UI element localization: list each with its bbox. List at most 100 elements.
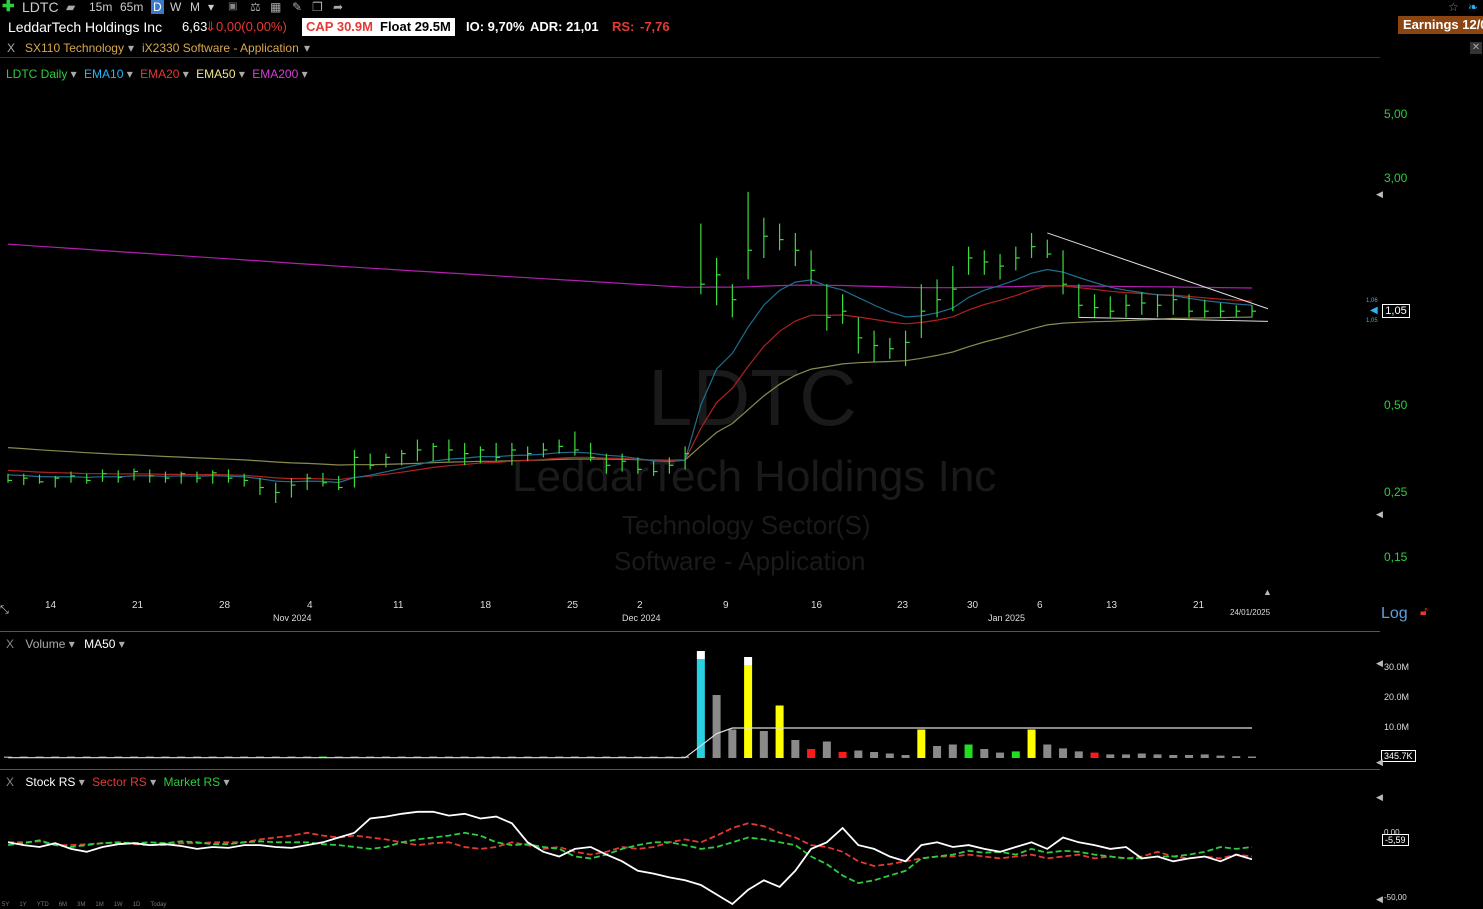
price-chart[interactable] <box>0 85 1380 600</box>
legend-ema200[interactable]: EMA200 <box>252 67 298 81</box>
bird-icon[interactable]: ❧ <box>1468 0 1478 14</box>
indicator-icon[interactable]: ⚖ <box>250 0 261 14</box>
pen-icon[interactable]: ✎ <box>292 0 302 14</box>
ema200-line <box>7 243 1253 289</box>
chevron-down-icon[interactable]: ▾ <box>236 67 249 81</box>
volume-bar <box>948 744 957 758</box>
table-icon[interactable]: ▦ <box>270 0 281 14</box>
range-ytd[interactable]: YTD <box>37 902 49 908</box>
volume-bar <box>712 695 721 758</box>
legend-ldtc-daily[interactable]: LDTC Daily <box>6 67 67 81</box>
scroll-left-icon[interactable]: ◀ <box>1376 894 1383 905</box>
chevron-down-icon[interactable]: ▾ <box>67 67 80 81</box>
volume-close-button[interactable]: X <box>6 637 14 651</box>
x-tick-day: 2 <box>637 600 643 611</box>
chevron-down-icon[interactable]: ▾ <box>208 0 214 14</box>
close-icon[interactable]: ✕ <box>1470 42 1482 54</box>
volume-chart[interactable] <box>0 650 1380 760</box>
price-bar <box>353 449 359 488</box>
range-today[interactable]: Today <box>150 902 166 908</box>
scroll-left-icon[interactable]: ◀ <box>1376 189 1383 200</box>
share-icon[interactable]: ➦ <box>333 0 343 14</box>
range-selector: 5Y 1Y YTD 6M 3M 1M 1W 1D Today <box>2 902 176 908</box>
volume-bar <box>1090 752 1099 758</box>
sector-link[interactable]: SX110 Technology <box>25 41 124 55</box>
volume-bar <box>1185 755 1194 758</box>
volume-bar <box>1011 751 1020 758</box>
chevron-down-icon[interactable]: ▾ <box>179 67 192 81</box>
range-1m[interactable]: 1M <box>95 902 103 908</box>
price-bar <box>1125 294 1131 318</box>
float-badge: Float 29.5M <box>376 18 455 36</box>
earnings-badge[interactable]: Earnings 12/0 <box>1398 16 1483 34</box>
volume-bar <box>980 749 989 758</box>
price-change: 0,00(0,00%) <box>216 19 287 34</box>
x-tick-day: 25 <box>567 600 579 611</box>
price-bar <box>605 453 611 474</box>
price-bar <box>1078 284 1083 318</box>
vol-tick-20m: 20.0M <box>1384 692 1410 702</box>
star-icon[interactable]: ☆ <box>1448 0 1459 14</box>
rs-chart[interactable] <box>0 770 1380 905</box>
range-3m[interactable]: 3M <box>77 902 85 908</box>
chevron-down-icon[interactable]: ▾ <box>65 637 75 651</box>
range-1y[interactable]: 1Y <box>19 902 26 908</box>
timeframe-monthly[interactable]: M <box>190 0 200 14</box>
last-price-badge: 1,05 <box>1382 304 1410 318</box>
price-bar <box>778 223 784 251</box>
sector-close-button[interactable]: X <box>7 41 15 55</box>
price-bar <box>1172 288 1178 315</box>
scroll-up-icon[interactable]: ▲ <box>1263 587 1272 597</box>
price-bar <box>983 250 989 275</box>
chevron-down-icon[interactable]: ▾ <box>123 67 136 81</box>
range-5y[interactable]: 5Y <box>2 902 9 908</box>
layers-icon[interactable]: ❐ <box>312 0 323 14</box>
price-bar <box>54 475 60 488</box>
range-6m[interactable]: 6M <box>59 902 67 908</box>
chevron-down-icon[interactable]: ▾ <box>298 67 308 81</box>
price-bar <box>999 254 1005 280</box>
volume-bar <box>1059 748 1068 758</box>
log-toggle[interactable]: Log <box>1381 605 1408 623</box>
price-bar <box>889 337 894 359</box>
price-legend: LDTC Daily ▾ EMA10 ▾ EMA20 ▾ EMA50 ▾ EMA… <box>6 67 308 81</box>
scroll-left-icon[interactable]: ◀ <box>1376 658 1383 669</box>
volume-cap <box>744 657 753 665</box>
range-1d[interactable]: 1D <box>133 902 141 908</box>
chevron-down-icon[interactable]: ▾ <box>304 41 310 55</box>
date-label: 24/01/2025 <box>1230 608 1271 617</box>
price-bar <box>1188 294 1194 318</box>
scroll-left-icon[interactable]: ◀ <box>1376 757 1383 768</box>
scroll-left-icon[interactable]: ◀ <box>1376 509 1383 520</box>
timeframe-weekly[interactable]: W <box>170 0 181 14</box>
expand-icon[interactable]: ⤡ <box>0 604 9 617</box>
add-icon[interactable]: ✚ <box>2 0 15 14</box>
timeframe-15m[interactable]: 15m <box>89 0 112 14</box>
range-1w[interactable]: 1W <box>114 902 123 908</box>
chevron-down-icon[interactable]: ▾ <box>115 637 125 651</box>
y-tick-0-25: 0,25 <box>1384 485 1408 499</box>
chevron-down-icon[interactable]: ▾ <box>128 41 134 55</box>
legend-ema10[interactable]: EMA10 <box>84 67 123 81</box>
top-toolbar: ✚ LDTC ▰ 15m 65m D W M ▾ ▣ ⚖ ▦ ✎ ❐ ➦ ☆ ❧ <box>0 0 1483 16</box>
volume-ma-label[interactable]: MA50 <box>84 637 115 651</box>
scroll-left-icon[interactable]: ◀ <box>1376 792 1383 803</box>
price-bar <box>212 470 217 484</box>
symbol-label[interactable]: LDTC <box>22 0 59 14</box>
price-bar <box>1251 305 1256 318</box>
timeframe-65m[interactable]: 65m <box>120 0 143 14</box>
rs-tick-bottom: -50,00 <box>1384 893 1407 902</box>
legend-ema20[interactable]: EMA20 <box>140 67 179 81</box>
price-bar <box>164 471 170 483</box>
volume-title[interactable]: Volume <box>25 637 65 651</box>
price-bar <box>259 478 264 496</box>
volume-legend: X Volume ▾ MA50 ▾ <box>6 637 125 651</box>
timeframe-daily[interactable]: D <box>151 0 164 14</box>
industry-link[interactable]: iX2330 Software - Application <box>142 41 299 55</box>
lock-icon[interactable]: 🔓︎ <box>1420 604 1428 619</box>
x-tick-day: 16 <box>811 600 823 611</box>
print-icon[interactable]: ▰ <box>66 0 75 14</box>
chart-type-icon[interactable]: ▣ <box>228 0 237 14</box>
x-tick-day: 9 <box>723 600 729 611</box>
legend-ema50[interactable]: EMA50 <box>196 67 235 81</box>
